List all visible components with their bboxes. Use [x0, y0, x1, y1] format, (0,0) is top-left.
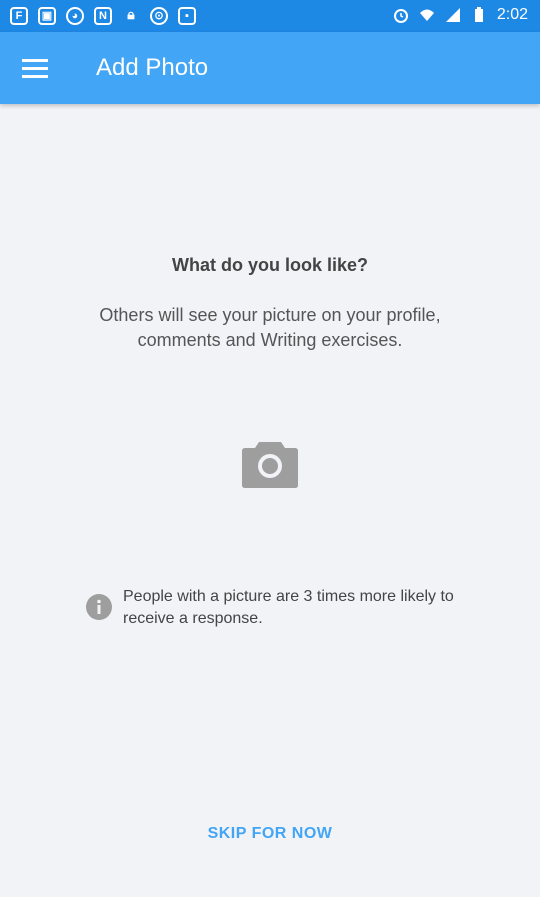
info-tip: People with a picture are 3 times more l…	[86, 586, 456, 636]
signal-icon	[445, 8, 460, 22]
wifi-icon	[419, 9, 434, 21]
info-icon	[86, 594, 112, 620]
skip-for-now-button[interactable]: SKIP FOR NOW	[190, 820, 350, 848]
settings-icon: ⊙	[150, 7, 168, 25]
camera-icon[interactable]	[241, 438, 299, 490]
n-icon: N	[94, 7, 112, 25]
description-text: Others will see your picture on your pro…	[99, 305, 441, 350]
status-bar: F ▣ ◕ N 🔒︎ ⊙ ▪ 2:02	[0, 0, 540, 32]
status-system-icons: 2:02	[393, 6, 528, 24]
question-heading: What do you look like?	[171, 255, 368, 275]
battery-icon	[474, 7, 483, 22]
image-icon: ▣	[38, 7, 56, 25]
alarm-icon	[393, 9, 408, 23]
status-notification-icons: F ▣ ◕ N 🔒︎ ⊙ ▪	[10, 7, 196, 25]
info-text: People with a picture are 3 times more l…	[123, 588, 454, 627]
game-icon: ▪	[178, 7, 196, 25]
cat-icon: ◕	[66, 7, 84, 25]
app-bar: Add Photo	[0, 32, 540, 104]
menu-icon[interactable]	[22, 59, 50, 79]
page-title: Add Photo	[96, 54, 209, 81]
lock-icon: 🔒︎	[127, 6, 135, 22]
flipboard-icon: F	[10, 7, 28, 25]
status-time: 2:02	[496, 6, 528, 23]
